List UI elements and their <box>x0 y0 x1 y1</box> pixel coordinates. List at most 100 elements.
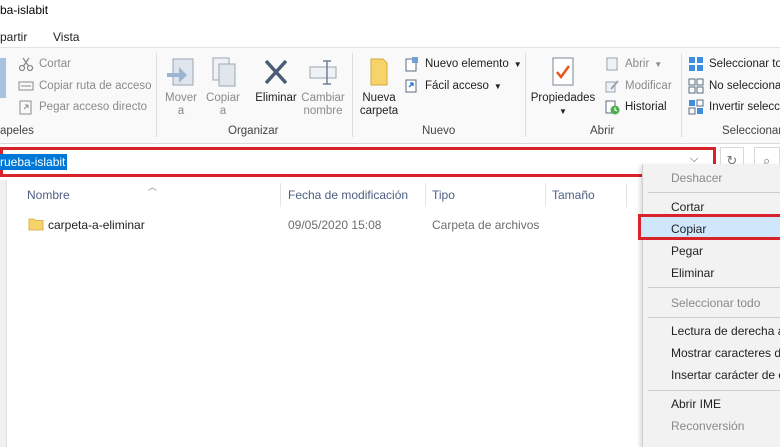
address-bar[interactable] <box>0 147 716 177</box>
easy-access-button[interactable]: Fácil acceso ▼ <box>404 77 502 95</box>
chevron-down-icon: ▼ <box>493 81 502 91</box>
menu-item-cut[interactable]: Cortar <box>671 200 704 214</box>
move-to-icon <box>167 58 194 86</box>
menu-separator <box>648 390 780 391</box>
column-modified[interactable]: Fecha de modificación <box>288 188 408 202</box>
ribbon-separator <box>681 53 682 137</box>
modify-icon <box>605 80 619 93</box>
menu-separator <box>648 192 780 193</box>
paste-shortcut-button[interactable]: Pegar acceso directo <box>18 98 147 116</box>
menu-item-reconversion[interactable]: Reconversión <box>671 419 744 433</box>
menu-item-paste[interactable]: Pegar <box>671 244 703 258</box>
sort-up-icon: ︿ <box>148 182 158 192</box>
file-modified: 09/05/2020 15:08 <box>288 218 382 232</box>
delete-button[interactable]: Eliminar <box>253 55 299 105</box>
invert-selection-label: Invertir selecci <box>709 101 780 113</box>
modify-label: Modificar <box>625 80 672 92</box>
menu-item-rtl-reading[interactable]: Lectura de derecha a <box>671 324 780 338</box>
move-to-label-1: Mover <box>165 92 197 104</box>
menu-item-undo[interactable]: Deshacer <box>671 171 722 185</box>
invert-selection-icon <box>688 99 704 115</box>
rename-button[interactable]: Cambiar nombre <box>300 55 346 118</box>
group-label-select: Seleccionar <box>722 125 780 137</box>
column-divider[interactable] <box>280 183 281 207</box>
folder-icon <box>28 218 44 231</box>
select-all-icon <box>689 57 703 71</box>
group-label-open: Abrir <box>590 125 615 137</box>
chevron-down-icon: ▼ <box>654 59 663 69</box>
invert-selection-button[interactable]: Invertir selecci <box>688 98 780 116</box>
menu-separator <box>648 317 780 318</box>
menu-item-open-ime[interactable]: Abrir IME <box>671 397 721 411</box>
tab-vista[interactable]: Vista <box>53 30 79 44</box>
column-divider[interactable] <box>545 183 546 207</box>
group-label-organize: Organizar <box>228 125 279 137</box>
paste-shortcut-icon <box>19 100 32 115</box>
modify-button[interactable]: Modificar <box>604 77 672 95</box>
move-to-label-2: a <box>177 105 185 117</box>
history-label: Historial <box>625 101 667 113</box>
column-type[interactable]: Tipo <box>432 188 455 202</box>
column-divider[interactable] <box>626 183 627 207</box>
rename-label-2: nombre <box>303 105 343 117</box>
new-folder-label-2: carpeta <box>359 105 399 117</box>
move-to-button[interactable]: Mover a <box>163 55 199 118</box>
ribbon-tabs <box>0 24 780 46</box>
new-item-icon <box>405 57 418 72</box>
select-all-button[interactable]: Seleccionar to <box>688 55 780 73</box>
select-none-button[interactable]: No seleccionar <box>688 77 780 95</box>
ribbon-separator <box>352 53 353 137</box>
scissors-icon <box>18 57 34 72</box>
copy-path-button[interactable]: Copiar ruta de acceso <box>18 77 152 95</box>
copy-path-label: Copiar ruta de acceso <box>39 80 152 92</box>
select-none-icon <box>688 78 704 94</box>
select-all-label: Seleccionar to <box>709 58 780 70</box>
cut-button[interactable]: Cortar <box>18 55 71 73</box>
menu-item-show-unicode[interactable]: Mostrar caracteres de <box>671 346 780 360</box>
file-type: Carpeta de archivos <box>432 218 540 232</box>
delete-label: Eliminar <box>255 92 297 104</box>
copy-highlight-frame <box>638 214 780 240</box>
ribbon-separator <box>525 53 526 137</box>
address-text[interactable]: rueba-islabit <box>0 154 68 170</box>
new-folder-button[interactable]: Nueva carpeta <box>358 55 400 118</box>
copy-to-label-1: Copiar <box>206 92 240 104</box>
title-bar <box>0 0 780 24</box>
open-label: Abrir <box>625 58 650 70</box>
ribbon-separator <box>156 53 157 137</box>
path-icon <box>18 81 34 91</box>
group-label-clipboard: apeles <box>0 125 34 137</box>
copy-to-icon <box>212 57 236 87</box>
copy-to-button[interactable]: Copiar a <box>204 55 242 118</box>
menu-item-select-all[interactable]: Seleccionar todo <box>671 296 760 310</box>
menu-item-insert-unicode[interactable]: Insertar carácter de c <box>671 368 780 382</box>
new-item-label: Nuevo elemento <box>425 58 509 70</box>
properties-button[interactable]: Propiedades ▼ <box>530 55 596 118</box>
new-item-button[interactable]: Nuevo elemento ▼ <box>404 55 522 73</box>
paste-shortcut-label: Pegar acceso directo <box>39 101 148 113</box>
rename-icon <box>309 60 337 85</box>
easy-access-label: Fácil acceso <box>425 80 489 92</box>
rename-label-1: Cambiar <box>301 92 345 104</box>
navigation-pane[interactable] <box>0 180 7 447</box>
tab-compartir[interactable]: partir <box>0 30 27 44</box>
file-name[interactable]: carpeta-a-eliminar <box>48 218 145 232</box>
window-title: ba-islabit <box>0 3 49 17</box>
group-label-new: Nuevo <box>422 125 456 137</box>
column-size[interactable]: Tamaño <box>552 188 595 202</box>
menu-separator <box>648 287 780 288</box>
new-folder-label-1: Nueva <box>362 92 396 104</box>
paste-icon-partial[interactable] <box>0 58 6 98</box>
column-name[interactable]: Nombre <box>27 188 70 202</box>
select-none-label: No seleccionar <box>709 80 780 92</box>
new-folder-icon <box>370 58 388 86</box>
open-icon <box>606 57 618 71</box>
delete-x-icon <box>264 59 288 85</box>
history-button[interactable]: Historial <box>604 98 667 116</box>
chevron-down-icon: ▼ <box>559 107 567 116</box>
menu-item-delete[interactable]: Eliminar <box>671 266 714 280</box>
open-button[interactable]: Abrir ▼ <box>604 55 662 73</box>
history-icon <box>605 100 620 115</box>
chevron-down-icon: ▼ <box>513 59 522 69</box>
column-divider[interactable] <box>425 183 426 207</box>
